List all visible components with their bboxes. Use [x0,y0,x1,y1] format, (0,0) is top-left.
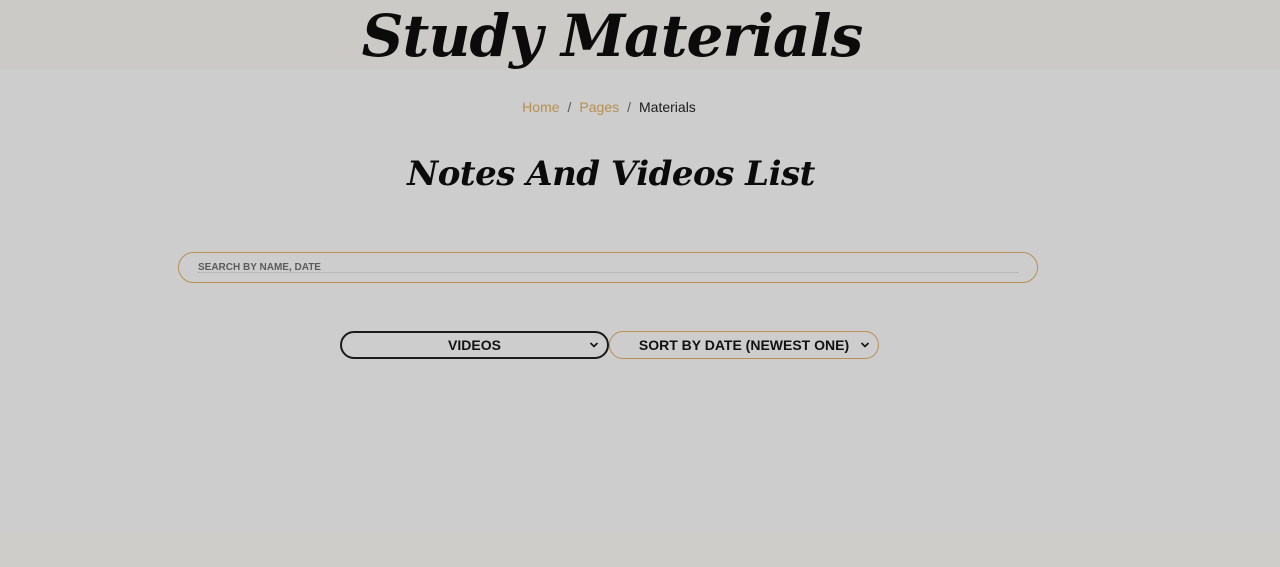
search-box[interactable] [178,252,1038,283]
footer-band [0,533,1280,567]
sort-select-value: SORT BY DATE (NEWEST ONE) [638,337,850,353]
type-filter-value: VIDEOS [448,337,501,353]
breadcrumb-home-link[interactable]: Home [522,99,559,115]
breadcrumb-separator: / [627,99,632,115]
breadcrumb-pages-link[interactable]: Pages [579,99,619,115]
section-title: Notes And Videos List [407,154,815,194]
sort-select[interactable]: SORT BY DATE (NEWEST ONE) [609,331,879,359]
chevron-down-icon [589,342,599,348]
breadcrumb-separator: / [567,99,572,115]
breadcrumb: Home / Pages / Materials [0,97,1218,117]
type-filter-select[interactable]: VIDEOS [340,331,609,359]
search-input[interactable] [179,253,1037,282]
breadcrumb-current: Materials [639,99,696,115]
page-title: Study Materials [361,2,864,70]
page: Study Materials Home / Pages / Materials Not… [0,0,1280,567]
chevron-down-icon [860,342,870,348]
